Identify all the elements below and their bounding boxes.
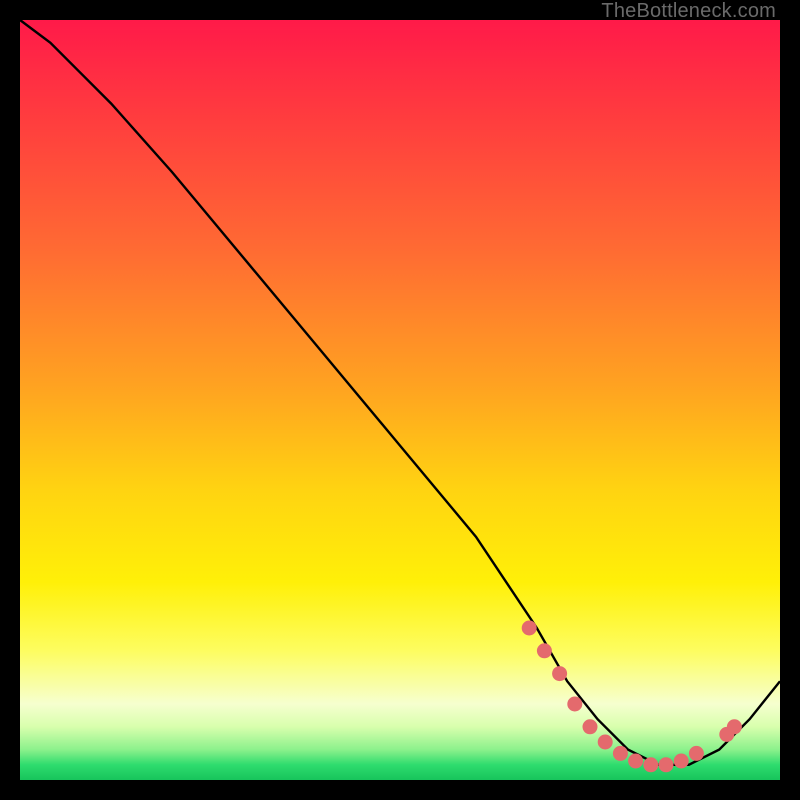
curve-marker xyxy=(522,621,537,636)
curve-marker xyxy=(537,643,552,658)
curve-marker xyxy=(567,697,582,712)
curve-marker xyxy=(583,719,598,734)
curve-marker xyxy=(689,746,704,761)
curve-marker xyxy=(674,754,689,769)
marker-group xyxy=(522,621,742,773)
plot-area xyxy=(20,20,780,780)
curve-marker xyxy=(613,746,628,761)
curve-marker xyxy=(659,757,674,772)
curve-marker xyxy=(727,719,742,734)
curve-marker xyxy=(628,754,643,769)
chart-svg xyxy=(20,20,780,780)
curve-marker xyxy=(598,735,613,750)
curve-marker xyxy=(552,666,567,681)
curve-marker xyxy=(643,757,658,772)
bottleneck-curve xyxy=(20,20,780,765)
chart-stage: TheBottleneck.com xyxy=(0,0,800,800)
